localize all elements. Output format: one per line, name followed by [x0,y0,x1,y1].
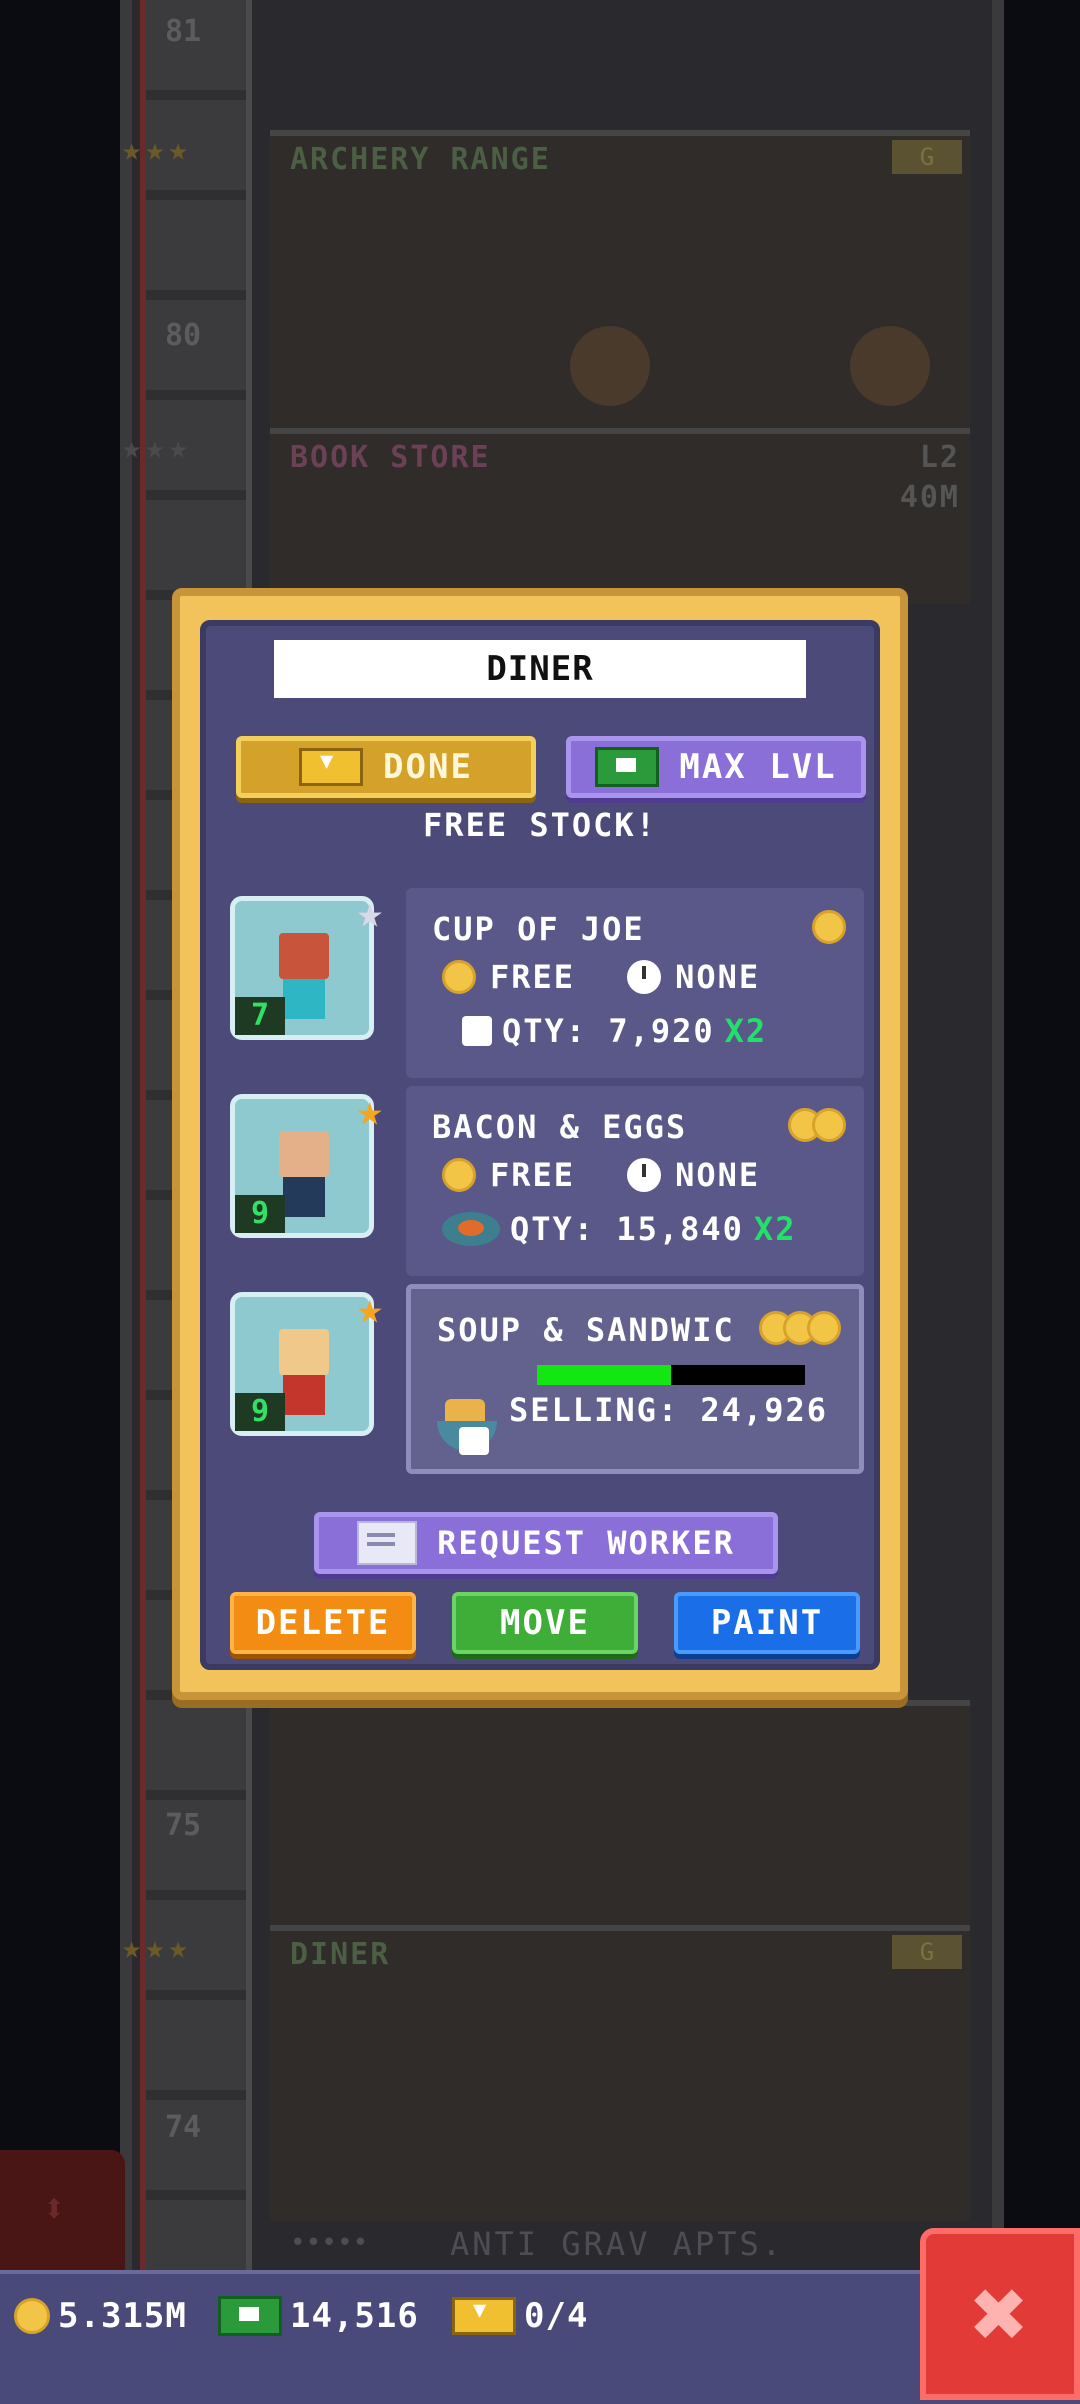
up-down-arrow-icon: ⬍ [42,2186,67,2232]
worker-slot-1[interactable]: 7 ★ [230,887,383,1040]
worker-body [283,1177,325,1217]
selling-progress-bar [537,1365,805,1385]
delete-button[interactable]: DELETE [230,1592,416,1654]
worker-avatar [279,1329,329,1375]
tower-bux-stat[interactable]: 14,516 [218,2296,419,2336]
worker-body [283,979,325,1019]
product-name: CUP OF JOE [432,910,645,948]
worker-body [283,1375,325,1415]
elevator-scroll-button[interactable]: ⬍ [0,2150,125,2275]
floor-badge: G [892,1935,962,1969]
coins-stat[interactable]: 5.315M [14,2296,187,2336]
selling-progress-fill [537,1365,671,1385]
target-icon [570,326,650,406]
coin-icon [442,960,476,994]
product-multiplier: X2 [724,1012,768,1050]
floor-level: L2 [919,440,960,475]
free-stock-label: FREE STOCK! [423,806,657,844]
clock-icon [627,960,662,994]
dialog-panel: DINER DONE MAX LVL FREE STOCK! 7 ★ CUP O… [200,620,880,1670]
delete-label: DELETE [255,1603,391,1643]
floor-number: 75 [165,1808,202,1843]
floor-stars: ★★★ [122,428,192,466]
floor-stars: ★★★ [122,1928,192,1966]
done-label: DONE [383,747,473,787]
floor-badge: G [892,140,962,174]
diner-floor-dialog: DINER DONE MAX LVL FREE STOCK! 7 ★ CUP O… [172,588,908,1700]
floor-book-store[interactable]: BOOK STORE L2 40M [270,428,970,604]
floor-name: DINER [290,1937,391,1972]
floor-number: 74 [165,2110,202,2145]
product-name: SOUP & SANDWIC [437,1311,735,1349]
product-name: BACON & EGGS [432,1108,688,1146]
target-icon [850,326,930,406]
coin-tier-icon [788,1108,846,1142]
product-price: FREE [490,1156,576,1194]
floor-diner[interactable]: DINER G [270,1925,970,2221]
coin-tier-icon [759,1311,841,1345]
tickets-stat[interactable]: 0/4 [452,2296,588,2336]
move-label: MOVE [500,1603,590,1643]
paint-label: PAINT [710,1603,824,1643]
floor-number: 81 [165,14,202,49]
bacon-eggs-plate-icon [442,1212,500,1246]
close-icon: ✖ [971,2258,1029,2370]
ticket-icon [452,2297,516,2335]
tower-bux-icon [595,747,660,787]
floor-title-field[interactable]: DINER [274,640,806,698]
coin-tier-icon [812,910,846,944]
selling-stock: SELLING: 24,926 [509,1391,828,1429]
product-price: FREE [490,958,576,996]
worker-slot-2[interactable]: 9 ★ [230,1085,383,1238]
max-level-label: MAX LVL [679,747,837,787]
silver-star-icon: ★ [356,887,384,938]
currency-bar: 5.315M 14,516 0/4 [0,2270,1080,2404]
product-multiplier: X2 [753,1210,797,1248]
close-button[interactable]: ✖ [920,2228,1080,2400]
product-time: NONE [675,1156,761,1194]
envelope-icon [357,1521,418,1565]
ticket-icon [299,748,364,786]
coin-icon [442,1158,476,1192]
product-time: NONE [675,958,761,996]
floor-previous[interactable] [270,1700,970,1926]
soup-sandwich-icon [437,1399,497,1455]
gold-star-icon: ★ [356,1283,384,1334]
request-worker-button[interactable]: REQUEST WORKER [314,1512,778,1574]
floor-number: 80 [165,318,202,353]
floor-name: ARCHERY RANGE [290,142,551,177]
product-bacon-eggs[interactable]: BACON & EGGS FREE NONE QTY: 15,840 X2 [406,1086,864,1276]
coffee-cup-icon [462,1016,492,1046]
tickets-value: 0/4 [524,2296,589,2336]
floor-value: 40M [899,480,960,515]
worker-avatar [279,933,329,979]
worker-avatar [279,1131,329,1177]
done-button[interactable]: DONE [236,736,536,798]
product-qty: QTY: 7,920 [502,1012,715,1050]
paint-button[interactable]: PAINT [674,1592,860,1654]
max-level-button[interactable]: MAX LVL [566,736,866,798]
gold-star-icon: ★ [356,1085,384,1136]
floor-name: BOOK STORE [290,440,491,475]
request-worker-label: REQUEST WORKER [437,1524,735,1562]
floor-name: ANTI GRAV APTS. [450,2225,784,2263]
move-button[interactable]: MOVE [452,1592,638,1654]
product-cup-of-joe[interactable]: CUP OF JOE FREE NONE QTY: 7,920 X2 [406,888,864,1078]
residents-icon: ••••• [290,2228,369,2258]
product-soup-sandwich[interactable]: SOUP & SANDWIC SELLING: 24,926 [406,1284,864,1474]
worker-slot-3[interactable]: 9 ★ [230,1283,383,1436]
clock-icon [627,1158,662,1192]
tower-bux-value: 14,516 [290,2296,419,2336]
worker-level: 9 [235,1195,285,1233]
floor-archery-range[interactable]: ARCHERY RANGE G [270,130,970,436]
worker-level: 7 [235,997,285,1035]
tower-bux-icon [218,2296,282,2336]
coin-icon [14,2298,50,2334]
coins-value: 5.315M [58,2296,187,2336]
product-qty: QTY: 15,840 [510,1210,744,1248]
floor-stars: ★★★ [122,130,192,168]
worker-level: 9 [235,1393,285,1431]
